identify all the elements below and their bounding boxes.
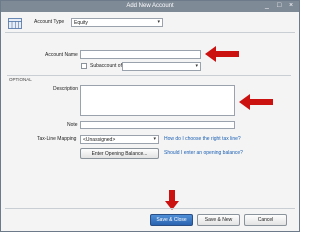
cancel-button[interactable]: Cancel [244, 214, 287, 226]
chevron-down-icon: ▾ [157, 19, 160, 25]
subaccount-label: Subaccount of [90, 63, 122, 69]
save-and-close-button[interactable]: Save & Close [150, 214, 193, 226]
optional-divider [7, 75, 291, 76]
opening-balance-help-link[interactable]: Should I enter an opening balance? [164, 150, 243, 156]
account-name-input[interactable] [80, 50, 201, 59]
note-input[interactable] [80, 121, 235, 129]
annotation-arrow-icon [165, 190, 179, 210]
enter-opening-balance-button[interactable]: Enter Opening Balance... [80, 148, 159, 159]
account-type-value: Equity [74, 20, 88, 26]
account-type-select[interactable]: Equity ▾ [71, 18, 163, 27]
subaccount-select[interactable]: ▾ [122, 62, 201, 71]
annotation-arrow-icon [205, 46, 239, 62]
save-and-new-button[interactable]: Save & New [197, 214, 240, 226]
chevron-down-icon: ▾ [153, 136, 156, 142]
chevron-down-icon: ▾ [195, 63, 198, 69]
tax-line-label: Tax-Line Mapping [37, 136, 77, 142]
description-textarea[interactable] [80, 85, 235, 116]
description-label: Description [53, 86, 79, 92]
annotation-arrow-icon [239, 94, 273, 110]
ledger-icon [8, 18, 22, 29]
subaccount-checkbox[interactable] [81, 63, 87, 69]
close-button[interactable]: × [289, 2, 293, 10]
header-divider [5, 32, 295, 33]
account-type-label: Account Type [34, 19, 65, 25]
tax-line-help-link[interactable]: How do I choose the right tax line? [164, 136, 241, 142]
optional-header: OPTIONAL [9, 77, 32, 82]
footer-divider [5, 208, 295, 209]
tax-line-select[interactable]: <Unassigned> ▾ [80, 135, 159, 144]
account-name-label: Account Name [45, 52, 78, 58]
minimize-button[interactable]: _ [265, 2, 269, 10]
add-new-account-window: Add New Account _ □ × Account Type Equit… [0, 0, 300, 232]
dialog-body: Account Type Equity ▾ Account Name Subac… [1, 12, 299, 231]
window-title: Add New Account [126, 3, 174, 9]
title-bar: Add New Account _ □ × [1, 1, 299, 12]
note-label: Note [67, 122, 78, 128]
maximize-button[interactable]: □ [277, 2, 281, 10]
tax-line-value: <Unassigned> [83, 137, 116, 143]
